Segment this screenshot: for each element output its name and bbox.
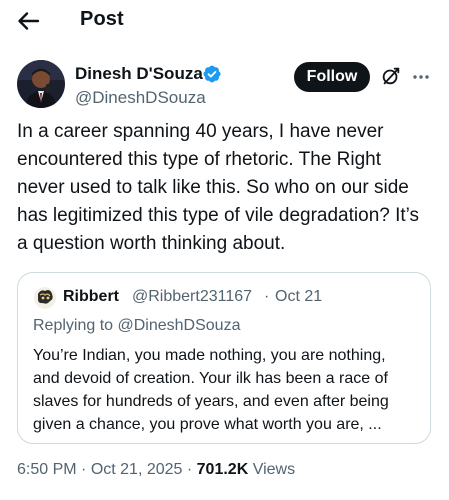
grok-icon[interactable]	[380, 65, 402, 87]
post-meta: 6:50 PM · Oct 21, 2025 · 701.2K Views	[17, 461, 295, 479]
post-date: Oct 21, 2025	[90, 461, 183, 478]
views-count[interactable]: 701.2K	[197, 461, 249, 478]
views-label: Views	[248, 461, 296, 478]
replying-to-label: Replying to @DineshDSouza	[33, 317, 241, 334]
quoted-post-text: You’re Indian, you made nothing, you are…	[33, 347, 389, 433]
quoted-post-date: Oct 21	[275, 288, 323, 305]
author-handle[interactable]: @DineshDSouza	[75, 88, 206, 108]
verified-badge-icon	[202, 64, 222, 84]
quoted-author-avatar	[33, 286, 57, 310]
quoted-author-name: Ribbert	[63, 288, 119, 305]
follow-button[interactable]: Follow	[294, 62, 370, 92]
author-display-name[interactable]: Dinesh D'Souza	[75, 64, 203, 84]
avatar[interactable]	[17, 60, 65, 108]
post-time: 6:50 PM	[17, 461, 77, 478]
post-text: In a career spanning 40 years, I have ne…	[17, 121, 420, 254]
top-bar: Post	[0, 0, 449, 42]
page-title: Post	[80, 8, 124, 30]
meta-separator: ·	[76, 461, 91, 478]
back-arrow-icon[interactable]	[14, 7, 42, 35]
separator-dot: ·	[264, 288, 270, 305]
meta-separator: ·	[182, 461, 197, 478]
quoted-post-card[interactable]: Ribbert @Ribbert231167 · Oct 21 Replying…	[17, 272, 431, 444]
more-options-icon[interactable]	[412, 68, 430, 86]
author-row: Dinesh D'Souza @DineshDSouza Follow	[0, 56, 449, 112]
quoted-author-handle: @Ribbert231167	[132, 288, 253, 305]
